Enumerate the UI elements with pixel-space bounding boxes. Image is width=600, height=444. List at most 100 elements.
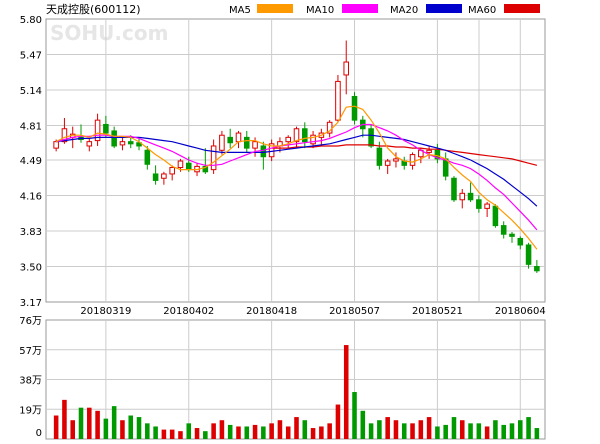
candle <box>119 137 126 151</box>
candle-body <box>335 80 341 121</box>
volume-bar <box>426 417 432 439</box>
candle-body <box>227 136 233 144</box>
candle <box>401 156 408 170</box>
candle <box>492 204 499 228</box>
candle <box>86 137 93 152</box>
volume-bar <box>178 431 183 439</box>
legend-swatch-ma10 <box>342 4 378 13</box>
candle <box>384 158 391 174</box>
candle <box>360 115 366 138</box>
candle <box>534 260 540 273</box>
candle <box>459 189 466 209</box>
candle-body <box>169 166 175 175</box>
legend-label-ma10: MA10 <box>306 5 334 16</box>
candle-body <box>152 173 159 181</box>
volume-bar <box>459 420 465 439</box>
volume-bar <box>136 417 142 439</box>
volume-bar <box>368 423 374 439</box>
candle <box>94 113 101 146</box>
volume-bar <box>103 418 109 439</box>
candle <box>467 182 474 202</box>
volume-bar <box>219 420 225 439</box>
candle <box>451 176 457 202</box>
volume-bar <box>501 424 506 439</box>
candle <box>202 148 209 174</box>
volume-bar <box>410 423 415 439</box>
volume-bar <box>352 392 357 439</box>
volume-bar <box>186 423 192 439</box>
candle <box>343 40 350 95</box>
volume-bar <box>120 420 125 439</box>
candle-body <box>302 128 308 143</box>
y-tick-label: 5.47 <box>20 51 42 62</box>
volume-bar <box>95 410 100 439</box>
main-frame <box>45 18 546 303</box>
volume-bar <box>53 415 59 439</box>
candle-body <box>260 145 267 158</box>
volume-bar <box>319 426 324 439</box>
y-tick-label: 3.83 <box>20 227 42 238</box>
y-tick-label: 3.50 <box>20 262 42 273</box>
candle <box>426 145 432 159</box>
candle-body <box>476 199 482 209</box>
volume-bar <box>70 420 75 439</box>
volume-bar <box>111 406 117 439</box>
candle <box>268 139 275 162</box>
volume-bar <box>518 420 523 439</box>
candle <box>152 165 159 185</box>
legend-swatch-ma20 <box>426 4 462 13</box>
volume-bar <box>169 429 175 439</box>
volume-bar <box>335 404 341 439</box>
volume-bar <box>211 423 216 439</box>
candle-body <box>343 61 350 76</box>
candle-body <box>219 134 225 151</box>
volume-bar <box>360 410 366 439</box>
volume-bar <box>145 423 150 439</box>
candle <box>335 74 341 123</box>
volume-bar <box>261 426 266 439</box>
candle <box>260 141 267 170</box>
candle <box>302 122 308 149</box>
volume-y-tick-label: 0 <box>36 428 42 439</box>
candle <box>227 128 233 149</box>
volume-y-tick-label: 76万 <box>19 316 42 327</box>
candle-body <box>185 162 192 171</box>
volume-bar <box>327 423 332 439</box>
volume-bar <box>393 420 399 439</box>
volume-bar <box>62 399 67 439</box>
x-tick-label: 20180418 <box>246 306 297 317</box>
candle-body <box>509 233 515 237</box>
legend-swatch-ma5 <box>257 4 293 13</box>
candle-body <box>351 95 358 121</box>
y-tick-label: 5.80 <box>20 15 42 26</box>
legend-label-ma5: MA5 <box>229 5 251 16</box>
volume-bar <box>476 423 482 439</box>
candle-body <box>393 158 399 162</box>
volume-bar <box>493 420 498 439</box>
volume-bar <box>153 426 158 439</box>
candle-body <box>451 177 457 201</box>
x-tick-label: 20180402 <box>163 306 214 317</box>
candle-body <box>86 141 93 147</box>
x-tick-label: 20180507 <box>329 306 380 317</box>
candlestick-panel: 5.80 5.47 5.14 4.81 4.49 4.16 3.83 3.50 3.17 2018… <box>20 15 546 317</box>
volume-bar <box>418 420 424 439</box>
candle-body <box>53 141 59 149</box>
candle-body <box>210 145 217 171</box>
volume-bar <box>78 407 84 439</box>
candle-body <box>119 141 126 146</box>
candle-body <box>384 160 391 166</box>
volume-bar <box>401 423 407 439</box>
candle-body <box>144 149 151 165</box>
y-tick-label: 4.81 <box>20 122 42 133</box>
y-tick-label: 4.49 <box>20 156 42 167</box>
chart-svg: 天成控股(600112) SOHU.com MA5 MA10 MA20 MA60 5.… <box>19 2 546 440</box>
legend-swatch-ma60 <box>504 4 540 13</box>
candle-body <box>376 147 383 166</box>
volume-bar <box>252 424 258 439</box>
candle <box>293 126 300 149</box>
candle <box>78 124 84 143</box>
volume-bar <box>443 424 448 439</box>
candle-body <box>517 238 524 246</box>
volume-bar <box>509 423 515 439</box>
